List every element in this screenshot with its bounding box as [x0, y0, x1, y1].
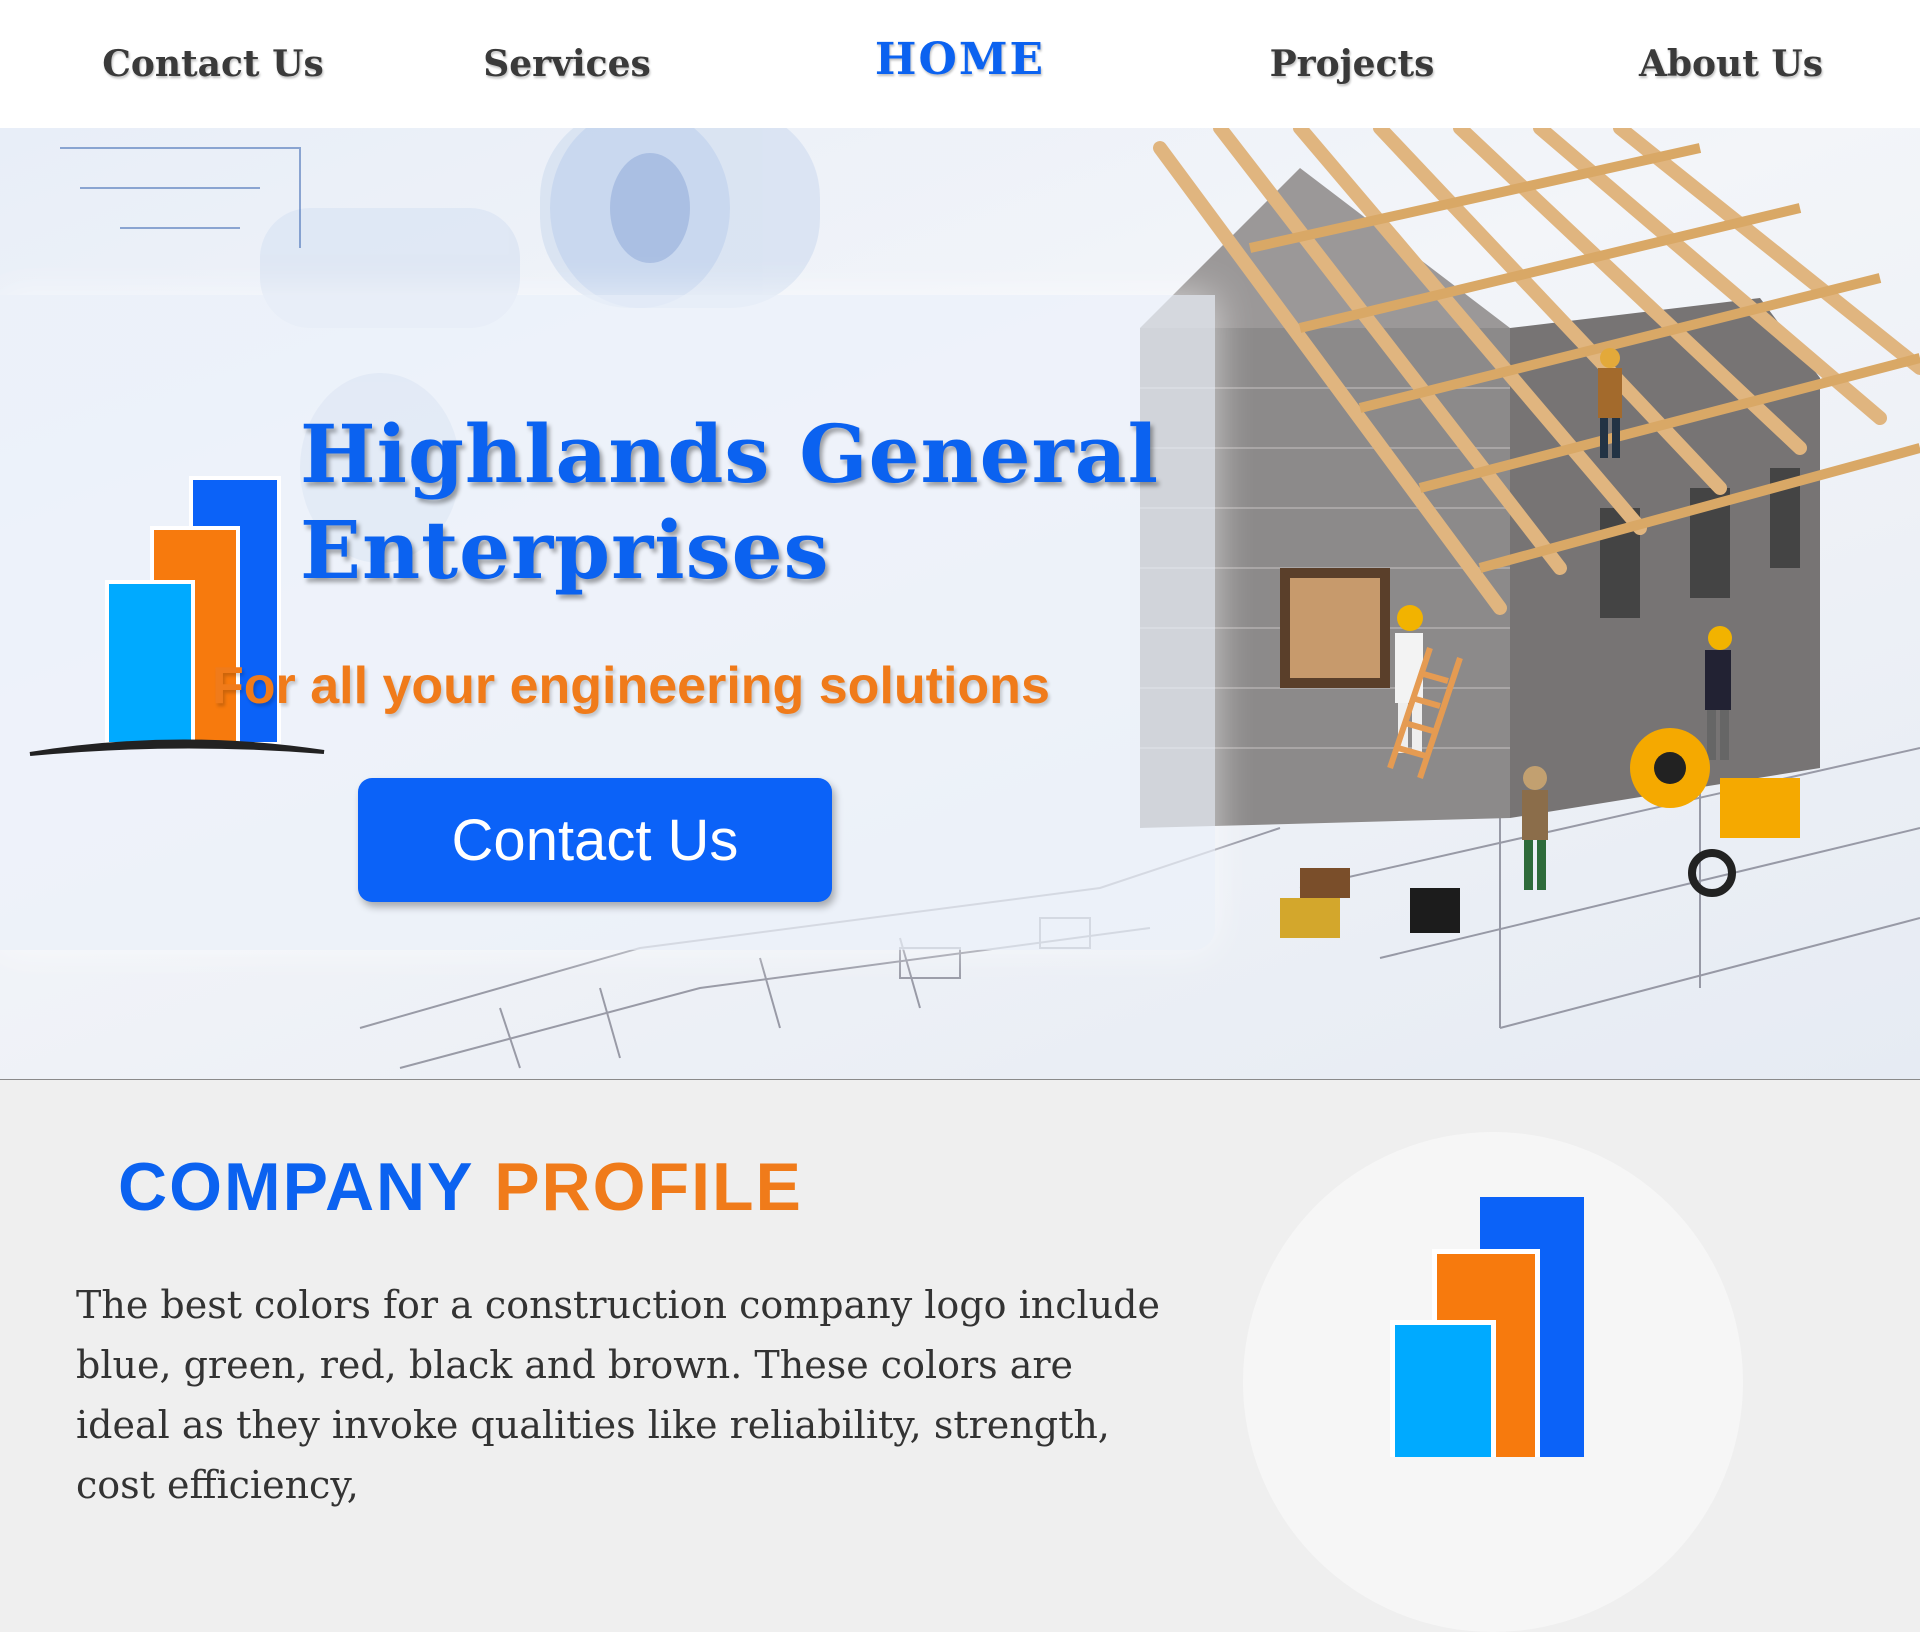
- nav-contact-us[interactable]: Contact Us: [33, 0, 393, 128]
- company-name-line1: Highlands General: [300, 407, 1159, 501]
- company-name-line2: Enterprises: [300, 503, 830, 597]
- heading-word-profile: PROFILE: [494, 1149, 803, 1225]
- nav-home[interactable]: HOME: [780, 0, 1140, 128]
- contact-us-button[interactable]: Contact Us: [358, 778, 832, 902]
- company-profile-text: The best colors for a construction compa…: [76, 1283, 1160, 1507]
- profile-bar-chart-logo-icon: [1390, 1197, 1584, 1457]
- company-name: Highlands General Enterprises: [300, 406, 1159, 598]
- nav-projects[interactable]: Projects: [1172, 0, 1532, 128]
- company-profile-heading: COMPANY PROFILE: [118, 1148, 803, 1226]
- heading-word-company: COMPANY: [118, 1149, 474, 1225]
- nav-services[interactable]: Services: [387, 0, 747, 128]
- nav-about-us[interactable]: About Us: [1551, 0, 1911, 128]
- hero-section: Highlands General Enterprises For all yo…: [0, 128, 1920, 1080]
- hero-tagline: For all your engineering solutions: [212, 657, 1050, 715]
- top-nav: Contact Us Services HOME Projects About …: [0, 0, 1920, 129]
